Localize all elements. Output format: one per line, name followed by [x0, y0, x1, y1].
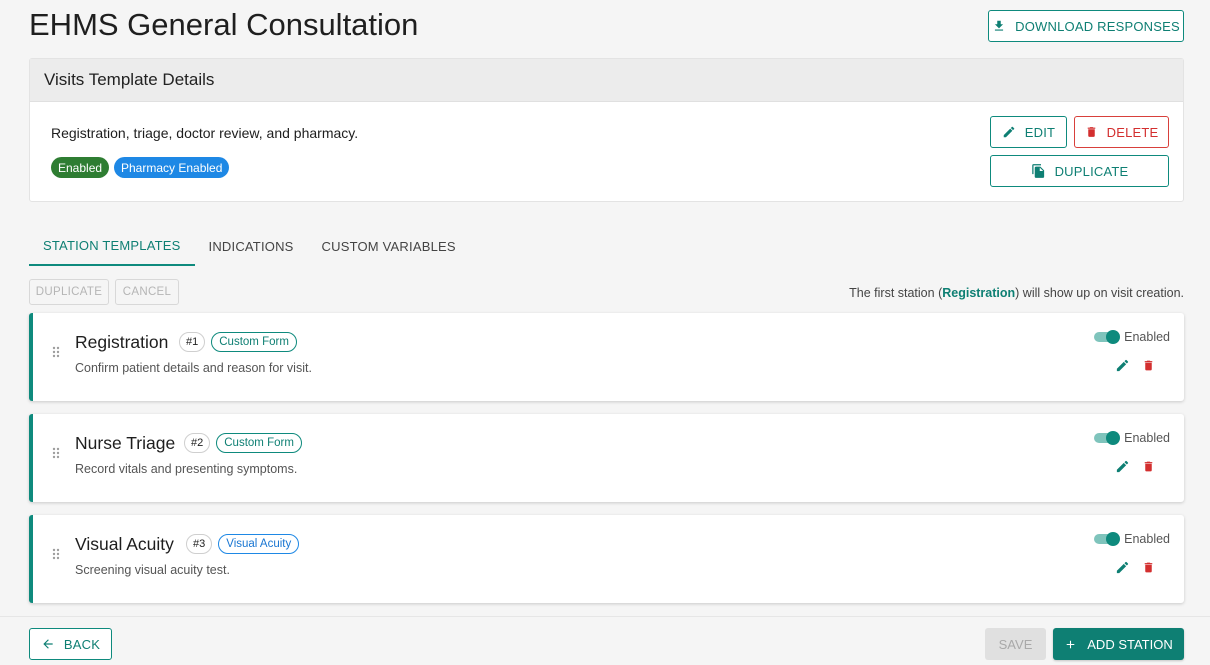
- toggle-label: Enabled: [1124, 532, 1170, 546]
- toggle-label: Enabled: [1124, 431, 1170, 445]
- add-station-label: ADD STATION: [1087, 636, 1173, 652]
- tab-custom-variables[interactable]: CUSTOM VARIABLES: [308, 226, 470, 266]
- page-title: EHMS General Consultation: [29, 7, 419, 42]
- download-label: DOWNLOAD RESPONSES: [1015, 18, 1180, 34]
- delete-button[interactable]: DELETE: [1074, 116, 1169, 148]
- enabled-chip: Enabled: [51, 157, 110, 178]
- cancel-button[interactable]: CANCEL: [115, 279, 179, 305]
- note-suffix: ) will show up on visit creation.: [1015, 286, 1184, 300]
- toggle-switch[interactable]: [1094, 430, 1121, 446]
- first-station-note: The first station (Registration) will sh…: [849, 286, 1184, 300]
- station-badges: #2 Custom Form: [184, 433, 302, 453]
- station-description: Record vitals and presenting symptoms.: [75, 462, 298, 476]
- trash-icon: [1087, 127, 1095, 137]
- duplicate-template-button[interactable]: DUPLICATE: [990, 155, 1169, 187]
- pencil-icon: [1116, 561, 1128, 573]
- station-number-badge: #3: [186, 534, 213, 554]
- delete-label: DELETE: [1106, 124, 1159, 140]
- copy-icon: [1031, 164, 1044, 178]
- station-actions: [1114, 357, 1156, 373]
- trash-icon: [1144, 360, 1152, 370]
- duplicate-stations-button[interactable]: DUPLICATE: [29, 279, 109, 305]
- add-station-button[interactable]: ADD STATION: [1053, 628, 1184, 660]
- station-card: Registration #1 Custom Form Confirm pati…: [29, 313, 1184, 401]
- station-badges: #1 Custom Form: [179, 332, 297, 352]
- delete-station-button[interactable]: [1140, 458, 1156, 474]
- pencil-icon: [1116, 359, 1128, 371]
- tab-bar: STATION TEMPLATES INDICATIONS CUSTOM VAR…: [29, 226, 470, 266]
- station-badges: #3 Visual Acuity: [186, 534, 300, 554]
- pharmacy-enabled-chip: Pharmacy Enabled: [114, 157, 230, 178]
- delete-station-button[interactable]: [1140, 559, 1156, 575]
- station-name: Visual Acuity: [75, 534, 174, 554]
- arrow-left-icon: [43, 639, 53, 649]
- back-button[interactable]: BACK: [29, 628, 112, 660]
- toggle-switch[interactable]: [1094, 531, 1121, 547]
- toggle-label: Enabled: [1124, 330, 1170, 344]
- edit-label: EDIT: [1024, 124, 1056, 140]
- delete-station-button[interactable]: [1140, 357, 1156, 373]
- duplicate-label: DUPLICATE: [1054, 163, 1129, 179]
- station-enabled-toggle: Enabled: [1094, 531, 1170, 547]
- details-header: Visits Template Details: [30, 59, 1183, 102]
- edit-button[interactable]: EDIT: [990, 116, 1067, 148]
- drag-handle-icon[interactable]: [52, 447, 60, 459]
- download-responses-button[interactable]: DOWNLOAD RESPONSES: [988, 10, 1184, 42]
- back-label: BACK: [63, 636, 101, 652]
- edit-station-button[interactable]: [1114, 559, 1130, 575]
- note-station-name: Registration: [942, 286, 1016, 300]
- station-name: Nurse Triage: [75, 433, 176, 453]
- pencil-icon: [1003, 126, 1015, 138]
- station-description: Screening visual acuity test.: [75, 563, 230, 577]
- station-card: Visual Acuity #3 Visual Acuity Screening…: [29, 515, 1184, 603]
- pencil-icon: [1116, 460, 1128, 472]
- station-type-badge: Custom Form: [216, 433, 302, 453]
- tab-station-templates[interactable]: STATION TEMPLATES: [29, 226, 195, 266]
- plus-icon: [1066, 640, 1075, 648]
- station-enabled-toggle: Enabled: [1094, 430, 1170, 446]
- trash-icon: [1144, 562, 1152, 572]
- station-card: Nurse Triage #2 Custom Form Record vital…: [29, 414, 1184, 502]
- download-icon: [995, 20, 1004, 31]
- tab-indications[interactable]: INDICATIONS: [195, 226, 308, 266]
- station-type-badge: Visual Acuity: [218, 534, 300, 554]
- station-number-badge: #1: [179, 332, 206, 352]
- template-description: Registration, triage, doctor review, and…: [51, 125, 359, 141]
- station-enabled-toggle: Enabled: [1094, 329, 1170, 345]
- template-details-card: Visits Template Details Registration, tr…: [29, 58, 1184, 202]
- station-actions: [1114, 559, 1156, 575]
- drag-handle-icon[interactable]: [52, 548, 60, 560]
- note-prefix: The first station (: [849, 286, 943, 300]
- edit-station-button[interactable]: [1114, 458, 1130, 474]
- station-number-badge: #2: [184, 433, 211, 453]
- station-name: Registration: [75, 332, 169, 352]
- save-button[interactable]: SAVE: [985, 628, 1046, 660]
- edit-station-button[interactable]: [1114, 357, 1130, 373]
- trash-icon: [1144, 461, 1152, 471]
- station-actions: [1114, 458, 1156, 474]
- station-description: Confirm patient details and reason for v…: [75, 361, 312, 375]
- drag-handle-icon[interactable]: [52, 346, 60, 358]
- station-type-badge: Custom Form: [211, 332, 297, 352]
- toggle-switch[interactable]: [1094, 329, 1121, 345]
